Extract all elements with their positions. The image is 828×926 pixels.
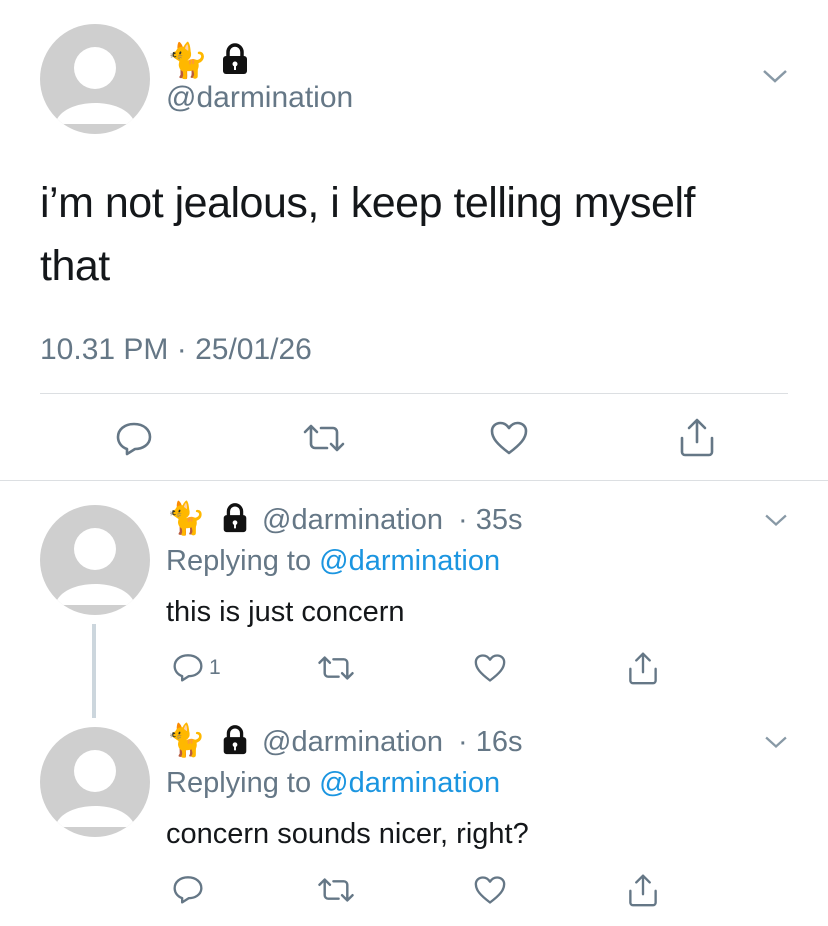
- replying-to: Replying to @darmination: [166, 544, 500, 578]
- user-handle[interactable]: @darmination: [262, 725, 443, 759]
- tweet-text: i’m not jealous, i keep telling myself t…: [40, 179, 695, 290]
- divider: [40, 393, 788, 394]
- replying-to: Replying to @darmination: [166, 766, 500, 800]
- cat-icon: 🐈: [166, 41, 209, 81]
- like-icon[interactable]: [489, 420, 529, 456]
- lock-icon: [219, 502, 251, 539]
- retweet-icon[interactable]: [316, 654, 356, 682]
- reply-icon[interactable]: [172, 652, 204, 682]
- avatar[interactable]: [40, 24, 150, 134]
- share-icon[interactable]: [627, 872, 659, 908]
- tweet-time[interactable]: · 16s: [458, 725, 522, 759]
- section-divider: [0, 480, 828, 481]
- mention-link[interactable]: @darmination: [319, 767, 500, 799]
- cat-icon: 🐈: [166, 499, 206, 537]
- chevron-down-icon[interactable]: [762, 66, 788, 86]
- chevron-down-icon[interactable]: [764, 733, 788, 751]
- share-icon[interactable]: [678, 416, 716, 458]
- like-icon[interactable]: [473, 653, 507, 683]
- cat-icon: 🐈: [166, 721, 206, 759]
- replying-to-label: Replying to: [166, 545, 312, 577]
- avatar[interactable]: [40, 505, 150, 615]
- mention-link[interactable]: @darmination: [319, 545, 500, 577]
- thread-line: [92, 624, 96, 718]
- user-handle[interactable]: @darmination: [166, 80, 353, 116]
- reply-icon[interactable]: [172, 874, 204, 904]
- tweet-timestamp[interactable]: 10.31 PM · 25/01/26: [40, 332, 312, 368]
- retweet-icon[interactable]: [301, 422, 347, 454]
- reply-icon[interactable]: [115, 420, 153, 456]
- like-icon[interactable]: [473, 875, 507, 905]
- reply-count: 1: [209, 656, 221, 679]
- avatar[interactable]: [40, 727, 150, 837]
- retweet-icon[interactable]: [316, 876, 356, 904]
- replying-to-label: Replying to: [166, 767, 312, 799]
- chevron-down-icon[interactable]: [764, 511, 788, 529]
- tweet-text: this is just concern: [166, 596, 405, 628]
- lock-icon: [218, 42, 252, 81]
- tweet-text: concern sounds nicer, right?: [166, 818, 529, 850]
- share-icon[interactable]: [627, 650, 659, 686]
- lock-icon: [219, 724, 251, 761]
- tweet-time[interactable]: · 35s: [458, 503, 522, 537]
- user-handle[interactable]: @darmination: [262, 503, 443, 537]
